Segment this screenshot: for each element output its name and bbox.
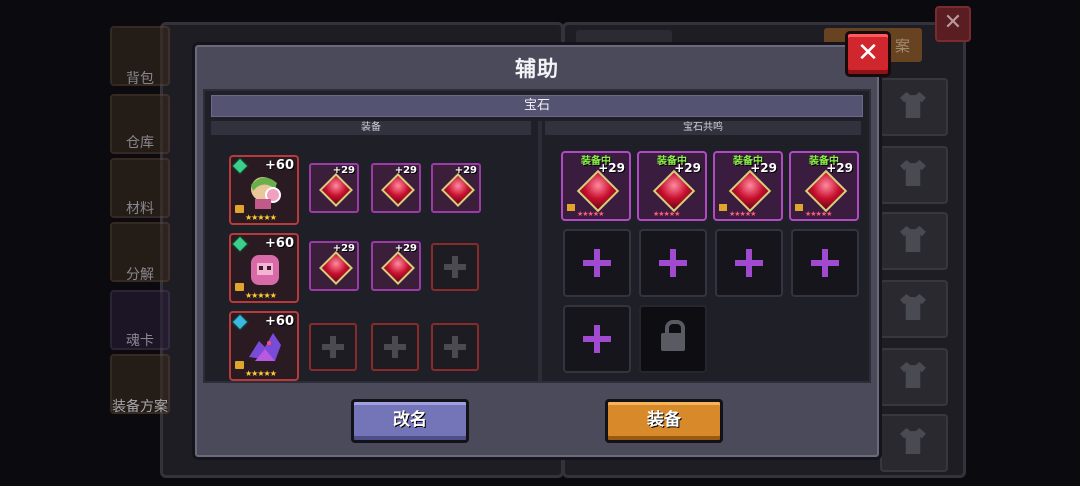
ruby-gem-icon [576, 169, 620, 213]
ruby-gem-icon [319, 173, 353, 207]
gem-stars: ★★★★★ [577, 210, 604, 218]
add-resonance-slot[interactable] [639, 229, 707, 297]
pet-card[interactable]: +60 ★★★★★ [229, 233, 299, 303]
resonance-column-header: 宝石共鸣 [545, 121, 861, 135]
loadout-slot-2[interactable] [880, 146, 948, 204]
gem-level: +29 [332, 243, 355, 254]
ruby-gem-icon [441, 173, 475, 207]
assist-modal: 辅助 ✕ 宝石 装备 宝石共鸣 +60 ★★★★★ +29 +29 +29 +6… [192, 31, 891, 460]
shirt-icon [900, 160, 926, 186]
column-divider [538, 121, 542, 381]
locked-resonance-slot [639, 305, 707, 373]
rename-button[interactable]: 改名 [351, 399, 469, 443]
gem-content-panel: 宝石 装备 宝石共鸣 +60 ★★★★★ +29 +29 +29 +60 ★★★… [203, 89, 871, 383]
gem-level: +29 [394, 243, 417, 254]
pet-card[interactable]: +60 ★★★★★ [229, 311, 299, 381]
sidebar-item-warehouse-label: 仓库 [126, 135, 154, 151]
shirt-icon [900, 362, 926, 388]
loadout-plan-tab-label: 案 [894, 37, 910, 55]
ruby-gem-icon [728, 169, 772, 213]
ruby-gem-icon [804, 169, 848, 213]
empty-gem-slot[interactable] [431, 243, 479, 291]
lock-icon [235, 361, 244, 369]
resonance-slot[interactable]: 装备中 +29 ★★★★★ [713, 151, 783, 221]
sidebar-item-backpack-label: 背包 [126, 71, 154, 87]
ruby-gem-icon [319, 251, 353, 285]
shirt-icon [900, 428, 926, 454]
gem-stars: ★★★★★ [805, 210, 832, 218]
gem-level: +29 [332, 165, 355, 176]
sidebar-item-dismantle-label: 分解 [126, 267, 154, 283]
pink-ghost-pet-icon [251, 255, 279, 285]
gem-level: +29 [394, 165, 417, 176]
equip-column-header: 装备 [211, 121, 531, 135]
loadout-slot-1[interactable] [880, 78, 948, 136]
loadout-slot-4[interactable] [880, 280, 948, 338]
gem-slot[interactable]: +29 [309, 241, 359, 291]
add-resonance-slot[interactable] [791, 229, 859, 297]
sidebar-item-soul-card-label: 魂卡 [126, 333, 154, 349]
resonance-slot[interactable]: 装备中 +29 ★★★★★ [637, 151, 707, 221]
pet-stars: ★★★★★ [245, 369, 277, 378]
add-resonance-slot[interactable] [563, 229, 631, 297]
gem-slot[interactable]: +29 [371, 241, 421, 291]
lock-icon [719, 204, 727, 211]
ruby-gem-icon [381, 173, 415, 207]
shirt-icon [900, 294, 926, 320]
gem-level: +29 [826, 161, 853, 175]
loadout-slot-6[interactable] [880, 414, 948, 472]
gem-stars: ★★★★★ [729, 210, 756, 218]
pet-stars: ★★★★★ [245, 291, 277, 300]
gem-section-header: 宝石 [211, 95, 863, 117]
pet-stars: ★★★★★ [245, 213, 277, 222]
sidebar-item-equip-plan-label: 装备方案 [112, 399, 168, 415]
empty-gem-slot[interactable] [371, 323, 419, 371]
equip-button[interactable]: 装备 [605, 399, 723, 443]
gem-stars: ★★★★★ [653, 210, 680, 218]
pet-card[interactable]: +60 ★★★★★ [229, 155, 299, 225]
ruby-gem-icon [652, 169, 696, 213]
lock-icon [795, 204, 803, 211]
shirt-icon [900, 226, 926, 252]
background-close-button[interactable]: ✕ [935, 6, 971, 42]
modal-title: 辅助 [515, 57, 559, 81]
loadout-slot-5[interactable] [880, 348, 948, 406]
resonance-slot[interactable]: 装备中 +29 ★★★★★ [789, 151, 859, 221]
girl-pet-icon [251, 177, 281, 209]
gem-level: +29 [454, 165, 477, 176]
padlock-icon [661, 320, 685, 351]
empty-gem-slot[interactable] [431, 323, 479, 371]
gem-level: +29 [598, 161, 625, 175]
lock-icon [235, 205, 244, 213]
add-resonance-slot[interactable] [563, 305, 631, 373]
gem-level: +29 [674, 161, 701, 175]
add-resonance-slot[interactable] [715, 229, 783, 297]
gem-slot[interactable]: +29 [309, 163, 359, 213]
gem-slot[interactable]: +29 [431, 163, 481, 213]
loadout-slot-3[interactable] [880, 212, 948, 270]
close-button[interactable]: ✕ [845, 31, 891, 77]
shirt-icon [900, 92, 926, 118]
resonance-slot[interactable]: 装备中 +29 ★★★★★ [561, 151, 631, 221]
purple-dragon-pet-icon [249, 333, 281, 361]
gem-level: +29 [750, 161, 777, 175]
sidebar-item-materials-label: 材料 [126, 201, 154, 217]
ruby-gem-icon [381, 251, 415, 285]
gem-slot[interactable]: +29 [371, 163, 421, 213]
lock-icon [567, 204, 575, 211]
lock-icon [235, 283, 244, 291]
empty-gem-slot[interactable] [309, 323, 357, 371]
